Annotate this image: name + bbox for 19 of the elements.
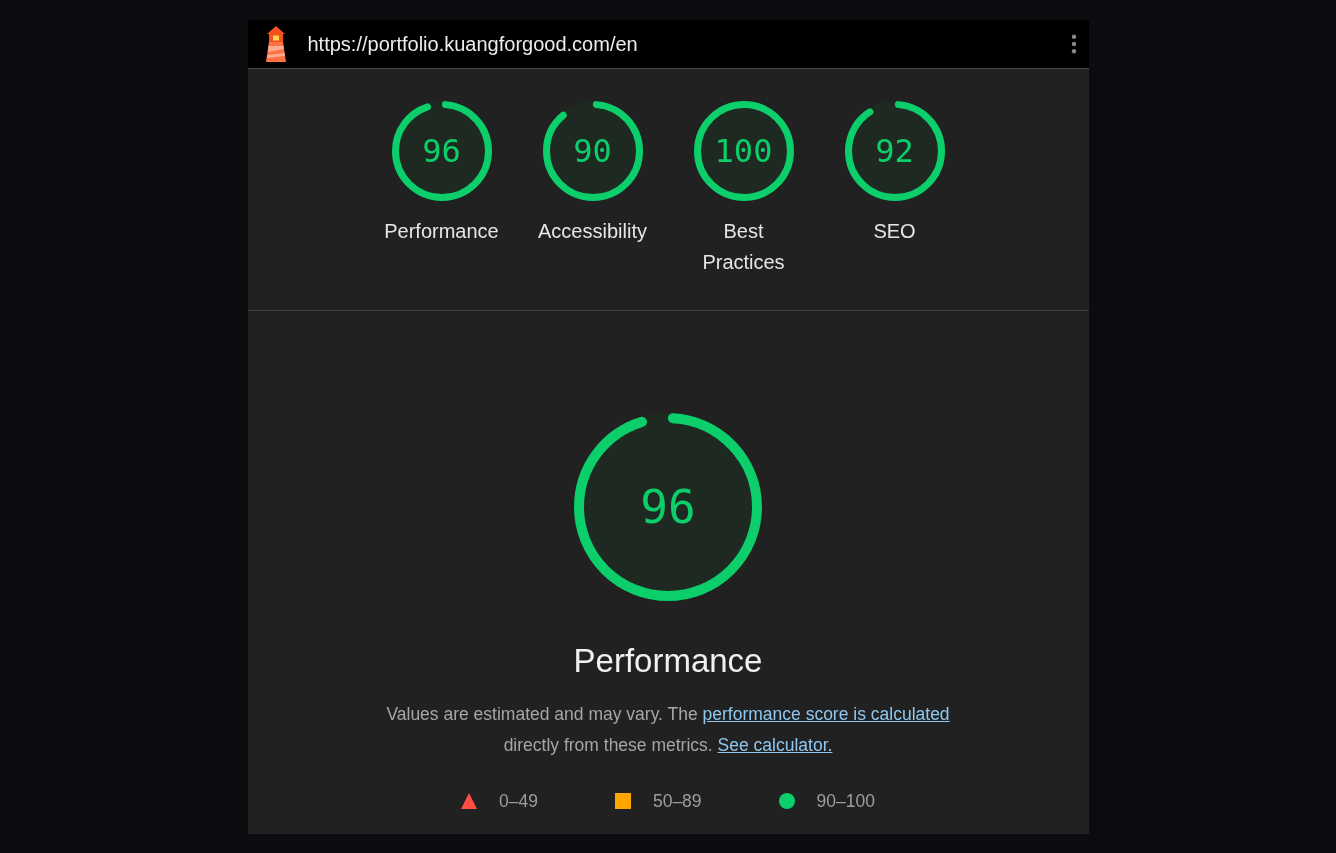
- legend-label: 90–100: [816, 790, 875, 813]
- score-value: 100: [714, 135, 773, 167]
- section-title: Performance: [573, 641, 763, 681]
- description-text: Values are estimated and may vary. The performance score is calculated directly from these metrics. See calculator.: [385, 703, 951, 757]
- score-value: 96: [422, 135, 461, 167]
- legend-label: 50–89: [652, 790, 702, 813]
- page-url: https://portfolio.kuangforgood.com/en: [307, 32, 638, 56]
- score-value: 90: [573, 135, 612, 167]
- category-label: Best Practices: [701, 219, 786, 275]
- link[interactable]: performance score is calculated: [702, 704, 950, 724]
- category-label: Accessibility: [537, 219, 648, 244]
- score-value: 92: [875, 135, 914, 167]
- lighthouse-icon: [263, 26, 288, 62]
- category-label: SEO: [872, 219, 917, 244]
- legend-label: 0–49: [499, 790, 538, 813]
- category-label: Performance: [383, 219, 500, 244]
- more-menu-icon[interactable]: [1070, 34, 1077, 54]
- link[interactable]: See calculator.: [717, 735, 833, 755]
- score-value: 96: [640, 484, 696, 530]
